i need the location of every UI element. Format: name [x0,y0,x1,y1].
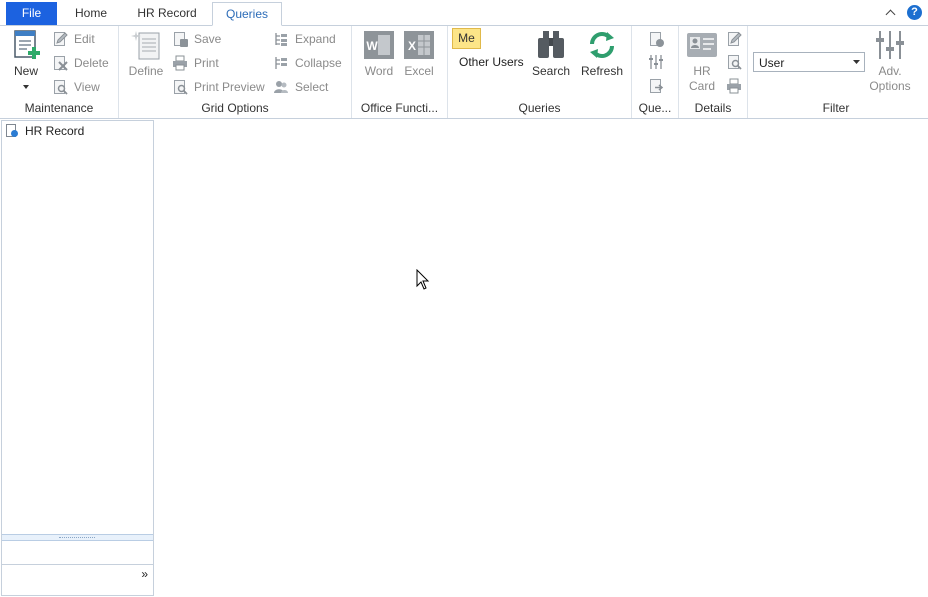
binoculars-icon [538,31,564,58]
group-grid-options: Define Save Print Print Preview Expand C… [119,26,352,118]
print-label: Print [194,56,219,70]
tab-hr-record[interactable]: HR Record [129,2,205,25]
group-label-que: Que... [638,101,672,115]
define-label: Define [128,64,164,78]
group-que: Que... [632,26,679,118]
collapse-label: Collapse [295,56,342,70]
query-user-icon[interactable] [648,31,664,47]
query-settings-icon[interactable] [648,54,664,70]
me-toggle-button[interactable]: Me [452,28,481,49]
filter-select-value: User [759,56,785,70]
group-label-grid-options: Grid Options [201,101,269,115]
refresh-button[interactable]: Refresh [580,29,624,79]
printer-icon [173,55,187,71]
expand-icon [275,33,287,46]
print-preview-icon [172,79,188,95]
panel-splitter[interactable] [2,534,153,541]
group-filter: User Adv. Options Filter [748,26,924,118]
excel-label: Excel [404,64,434,78]
excel-icon: X [404,31,434,59]
other-users-button[interactable]: Other Users [459,55,524,69]
ribbon: New Edit Delete View Maintenance Define … [0,25,928,119]
print-preview-label: Print Preview [194,80,265,94]
delete-button[interactable]: Delete [52,54,109,72]
query-export-icon[interactable] [648,78,664,94]
delete-label: Delete [74,56,109,70]
group-label-queries: Queries [518,101,561,115]
help-icon[interactable]: ? [907,5,922,20]
group-details: HR Card Details [679,26,748,118]
group-maintenance: New Edit Delete View Maintenance [0,26,119,118]
define-button[interactable]: Define [126,29,166,79]
adv-options-label-line1: Adv. [878,64,902,78]
group-label-details: Details [694,101,732,115]
tree-item-hr-record[interactable]: HR Record [6,124,84,138]
hr-record-icon [6,124,19,138]
tab-file[interactable]: File [6,2,57,25]
collapse-ribbon-icon[interactable] [885,7,897,19]
search-button[interactable]: Search [530,29,572,79]
chevron-down-icon [853,60,860,64]
adv-options-label-line2: Options [869,79,911,93]
view-button[interactable]: View [52,78,100,96]
lower-pane-row [2,541,153,565]
group-label-maintenance: Maintenance [24,101,94,115]
word-button[interactable]: W Word [362,29,396,79]
group-label-office-functions: Office Functi... [360,101,439,115]
more-options-icon[interactable]: » [141,568,148,580]
save-button[interactable]: Save [172,30,221,48]
details-print-icon[interactable] [726,78,742,94]
svg-text:X: X [408,39,416,53]
define-grid-icon [131,31,160,60]
hr-card-label-line2: Card [688,79,715,93]
group-label-filter: Filter [822,101,850,115]
word-icon: W [364,31,394,59]
edit-button[interactable]: Edit [52,30,95,48]
details-edit-icon[interactable] [726,31,742,47]
word-label: Word [364,64,394,78]
edit-label: Edit [74,32,95,46]
tab-bar-controls: ? [885,5,922,20]
view-icon [52,79,68,95]
users-icon [274,81,288,93]
lower-pane-footer: » [2,565,153,589]
filter-select[interactable]: User [753,52,865,72]
mouse-cursor-icon [416,269,430,290]
group-queries: Me Other Users Search Refresh Queries [448,26,632,118]
new-button-label: New [13,64,38,78]
tab-home[interactable]: Home [66,2,116,25]
ribbon-tab-bar: File Home HR Record Queries ? [0,0,928,26]
details-preview-icon[interactable] [726,54,742,70]
refresh-label: Refresh [580,64,624,78]
group-office-functions: W Word X Excel Office Functi... [352,26,448,118]
tab-queries[interactable]: Queries [212,2,282,26]
expand-button[interactable]: Expand [273,30,336,48]
select-button[interactable]: Select [273,78,328,96]
new-document-icon [14,30,40,59]
dropdown-arrow-icon [23,85,29,89]
select-label: Select [295,80,329,94]
edit-icon [52,31,68,47]
collapse-button[interactable]: Collapse [273,54,342,72]
advanced-options-button[interactable]: Adv. Options [868,29,912,94]
tree-item-label: HR Record [25,124,85,138]
sliders-icon [876,31,904,59]
left-navigation-panel: HR Record » [1,120,154,596]
save-label: Save [194,32,222,46]
excel-button[interactable]: X Excel [402,29,436,79]
search-label: Search [531,64,571,78]
view-label: View [74,80,100,94]
expand-label: Expand [295,32,336,46]
print-button[interactable]: Print [172,54,219,72]
svg-text:W: W [366,39,378,53]
hr-card-button[interactable]: HR Card [684,29,720,94]
hr-card-label-line1: HR [693,64,711,78]
collapse-icon [275,57,287,69]
refresh-icon [590,32,614,58]
id-card-icon [687,33,717,57]
delete-icon [52,55,68,71]
print-preview-button[interactable]: Print Preview [172,78,265,96]
new-button[interactable]: New [5,29,47,93]
save-icon [172,31,188,47]
